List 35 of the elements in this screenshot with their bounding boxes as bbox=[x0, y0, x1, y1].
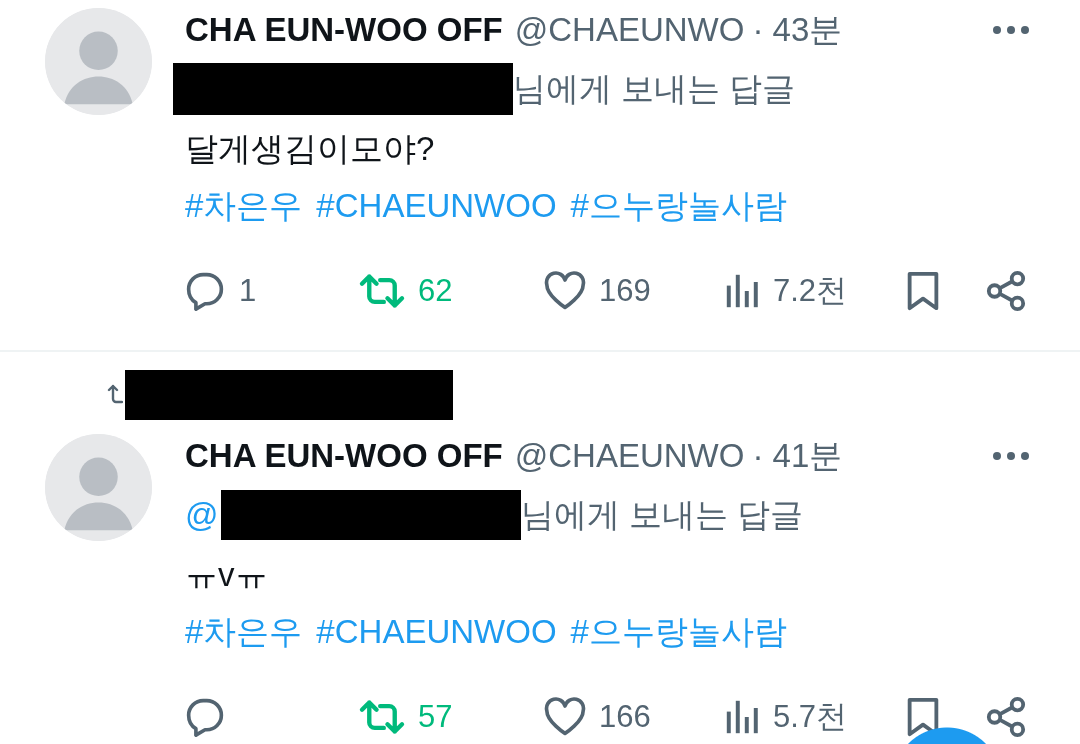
reply-label: 님에게 보내는 답글 bbox=[520, 494, 803, 535]
share-icon[interactable] bbox=[985, 270, 1027, 312]
hashtag-link[interactable]: #CHAEUNWOO bbox=[316, 187, 557, 225]
hashtag-link[interactable]: #차은우 bbox=[185, 183, 303, 229]
post-time: · 43분 bbox=[752, 9, 843, 50]
reply-label: 님에게 보내는 답글 bbox=[513, 68, 796, 109]
heart-icon[interactable] bbox=[543, 697, 587, 737]
user-handle: @CHAEUNWO bbox=[514, 437, 745, 475]
tweet-text: 달게생김이모야? bbox=[185, 128, 436, 169]
bookmark-icon[interactable] bbox=[905, 696, 941, 738]
hashtag-link[interactable]: #으누랑놀사람 bbox=[570, 609, 787, 655]
retweet-count: 57 bbox=[418, 699, 453, 735]
bar-chart-icon[interactable] bbox=[725, 699, 761, 735]
retweet-icon bbox=[107, 384, 123, 406]
display-name[interactable]: CHA EUN-WOO OFF bbox=[185, 437, 503, 475]
heart-icon[interactable] bbox=[543, 271, 587, 311]
more-icon[interactable] bbox=[992, 451, 1030, 461]
bookmark-icon[interactable] bbox=[905, 270, 941, 312]
hashtag-link[interactable]: #으누랑놀사람 bbox=[570, 183, 787, 229]
like-count: 169 bbox=[599, 273, 651, 309]
more-icon[interactable] bbox=[992, 25, 1030, 35]
views-count: 5.7천 bbox=[773, 698, 848, 736]
share-icon[interactable] bbox=[985, 696, 1027, 738]
mention-link[interactable]: @ bbox=[185, 496, 219, 534]
retweet-count: 62 bbox=[418, 273, 453, 309]
views-count: 7.2천 bbox=[773, 272, 848, 310]
like-count: 166 bbox=[599, 699, 651, 735]
user-handle: @CHAEUNWO bbox=[514, 11, 745, 49]
hashtag-link[interactable]: #차은우 bbox=[185, 609, 303, 655]
tweet-text: ㅠvㅠ bbox=[185, 554, 269, 595]
display-name[interactable]: CHA EUN-WOO OFF bbox=[185, 11, 503, 49]
reply-count: 1 bbox=[239, 273, 257, 309]
post-time: · 41분 bbox=[752, 435, 843, 476]
hashtag-link[interactable]: #CHAEUNWOO bbox=[316, 613, 557, 651]
bar-chart-icon[interactable] bbox=[725, 273, 761, 309]
